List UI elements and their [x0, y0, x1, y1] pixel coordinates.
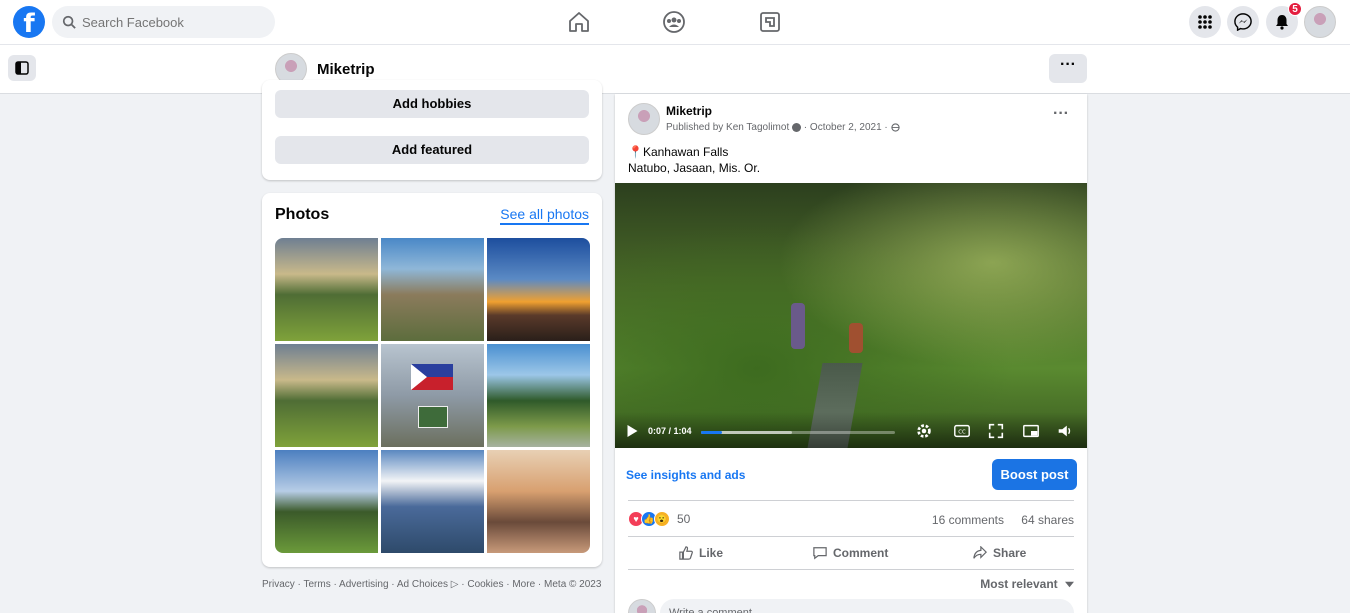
comment-button[interactable]: Comment: [813, 546, 888, 560]
photos-card: Photos See all photos: [262, 193, 602, 567]
photo-thumbnail[interactable]: [381, 344, 484, 447]
engagement-counts: 16 comments 64 shares: [918, 513, 1074, 527]
wow-reaction-icon: 😮: [654, 511, 670, 527]
messenger-icon: [1234, 13, 1252, 31]
gaming-icon[interactable]: [758, 10, 782, 34]
top-navigation-bar: f 5: [0, 0, 1350, 45]
fullscreen-icon[interactable]: [987, 422, 1005, 440]
sidebar-toggle-icon: [15, 61, 29, 75]
add-hobbies-button[interactable]: Add hobbies: [275, 90, 589, 118]
messenger-button[interactable]: [1227, 6, 1259, 38]
post-options-button[interactable]: ···: [1053, 105, 1069, 123]
reactions-summary[interactable]: ♥ 👍 😮 50: [628, 511, 690, 527]
search-icon: [62, 15, 76, 29]
photo-thumbnail[interactable]: [487, 344, 590, 447]
photo-thumbnail[interactable]: [487, 450, 590, 553]
like-icon: [679, 546, 693, 560]
info-icon: [792, 122, 802, 132]
footer-links[interactable]: Privacy · Terms · Advertising · Ad Choic…: [262, 578, 602, 591]
play-icon[interactable]: [627, 425, 638, 437]
home-icon[interactable]: [567, 10, 591, 34]
video-progress-bar[interactable]: [701, 431, 895, 434]
notifications-icon: [1276, 15, 1288, 30]
search-box[interactable]: [52, 6, 275, 38]
add-featured-button[interactable]: Add featured: [275, 136, 589, 164]
photo-thumbnail[interactable]: [381, 450, 484, 553]
groups-icon[interactable]: [662, 10, 686, 34]
notification-badge: 5: [1288, 2, 1302, 16]
shares-count[interactable]: 64 shares: [1021, 513, 1074, 527]
comment-sort-dropdown[interactable]: Most relevant: [980, 577, 1074, 591]
menu-grid-icon: [1198, 15, 1212, 29]
meta-separator: ·: [884, 122, 888, 133]
published-by: Published by Ken Tagolimot: [666, 122, 790, 133]
post-text-line: 📍Kanhawan Falls: [628, 145, 729, 159]
post-author-name[interactable]: Miketrip: [666, 104, 712, 118]
share-button[interactable]: Share: [973, 546, 1026, 560]
video-controls: 0:07 / 1:04 CC: [615, 412, 1087, 448]
video-time: 0:07 / 1:04: [648, 426, 692, 436]
search-input[interactable]: [82, 14, 252, 30]
divider: [628, 569, 1074, 570]
commenter-avatar[interactable]: [628, 599, 656, 613]
post-meta: Published by Ken Tagolimot · October 2, …: [666, 122, 900, 133]
see-insights-link[interactable]: See insights and ads: [626, 468, 745, 482]
page-header-bar: Miketrip ···: [0, 45, 1350, 94]
notifications-button[interactable]: 5: [1266, 2, 1302, 38]
page-name[interactable]: Miketrip: [317, 61, 375, 78]
photo-thumbnail[interactable]: [487, 238, 590, 341]
settings-icon[interactable]: [915, 422, 933, 440]
pip-icon[interactable]: [1022, 422, 1040, 440]
post-author-avatar[interactable]: [628, 103, 660, 135]
photo-thumbnail[interactable]: [275, 238, 378, 341]
like-label: Like: [699, 546, 724, 560]
photo-thumbnail[interactable]: [381, 238, 484, 341]
captions-icon[interactable]: CC: [953, 422, 971, 440]
divider: [628, 536, 1074, 537]
photos-title: Photos: [275, 206, 330, 223]
photo-thumbnail[interactable]: [275, 344, 378, 447]
reaction-count: 50: [677, 512, 691, 526]
account-avatar[interactable]: [1304, 6, 1336, 38]
like-button[interactable]: Like: [679, 546, 723, 560]
facebook-logo[interactable]: f: [13, 6, 45, 38]
comment-label: Comment: [833, 546, 889, 560]
volume-icon[interactable]: [1056, 422, 1074, 440]
post-video[interactable]: 0:07 / 1:04 CC: [615, 183, 1087, 448]
comment-icon: [813, 547, 827, 560]
comment-input[interactable]: Write a comment...: [660, 599, 1074, 613]
sort-label: Most relevant: [980, 577, 1058, 591]
divider: [628, 500, 1074, 501]
video-figure: [849, 323, 863, 353]
chevron-down-icon: [1065, 581, 1074, 588]
globe-icon: [890, 123, 900, 132]
page-more-button[interactable]: ···: [1049, 54, 1087, 83]
post-card: Miketrip Published by Ken Tagolimot · Oc…: [615, 94, 1087, 613]
share-icon: [973, 546, 987, 559]
post-text-line: Natubo, Jasaan, Mis. Or.: [628, 161, 761, 175]
video-figure: [791, 303, 805, 349]
see-all-photos-link[interactable]: See all photos: [500, 206, 589, 225]
video-progress-fill: [701, 431, 723, 434]
meta-separator: ·: [803, 122, 808, 133]
svg-text:CC: CC: [958, 430, 966, 436]
post-text: 📍Kanhawan Falls Natubo, Jasaan, Mis. Or.: [628, 144, 760, 176]
photo-thumbnail[interactable]: [275, 450, 378, 553]
menu-grid-button[interactable]: [1189, 6, 1221, 38]
sidebar-toggle-button[interactable]: [8, 55, 36, 81]
boost-post-button[interactable]: Boost post: [992, 459, 1077, 490]
intro-card: Add hobbies Add featured: [262, 80, 602, 180]
post-date[interactable]: October 2, 2021: [810, 122, 882, 133]
comments-count[interactable]: 16 comments: [932, 513, 1004, 527]
share-label: Share: [993, 546, 1027, 560]
